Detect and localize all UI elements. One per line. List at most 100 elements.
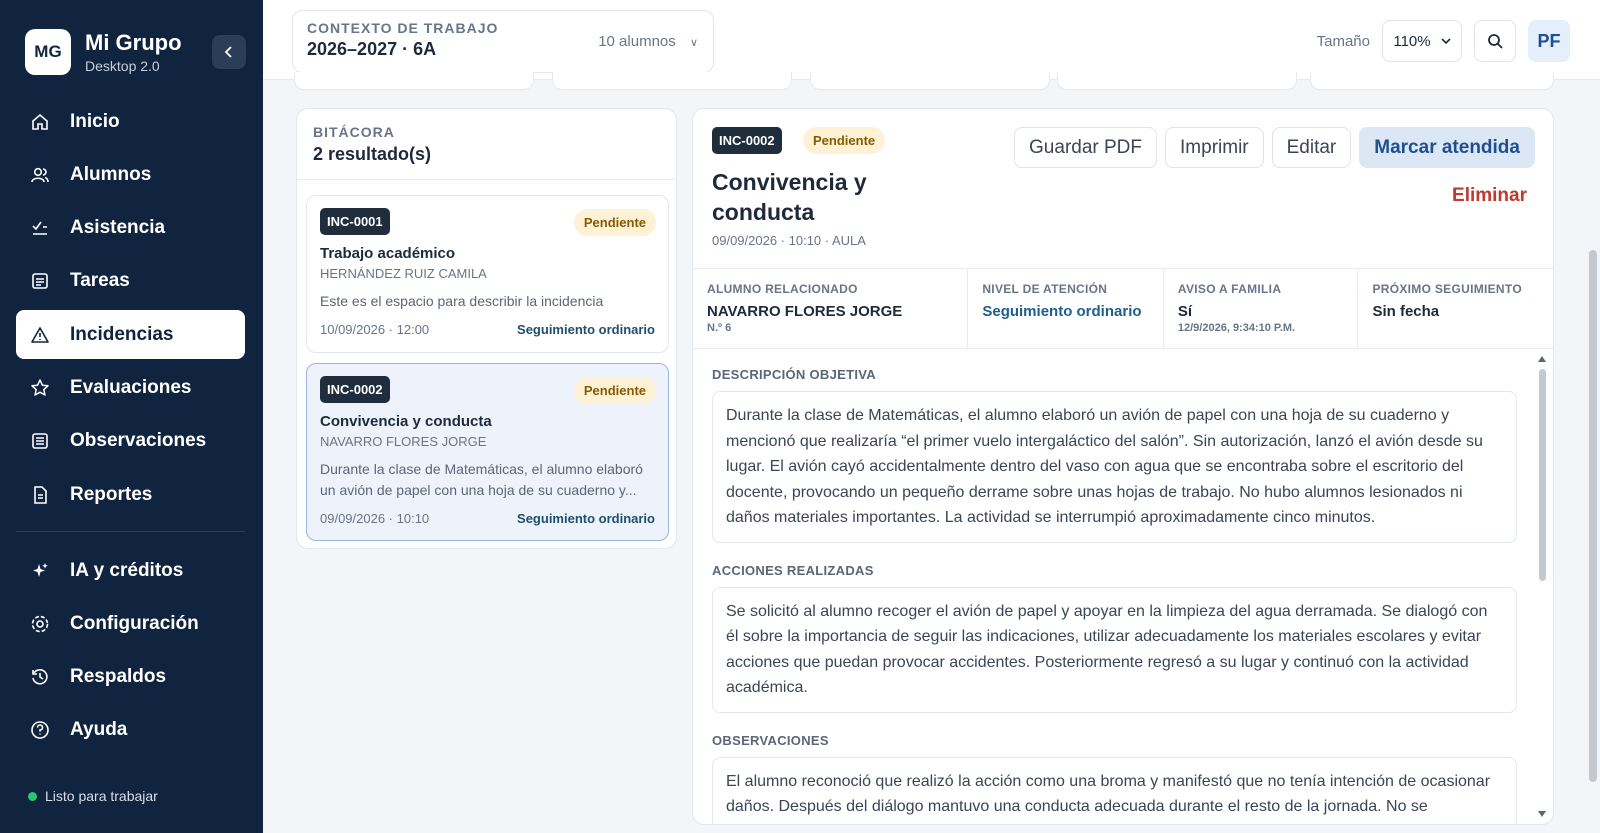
nav-item-evaluaciones[interactable]: Evaluaciones: [16, 363, 245, 412]
brand-subtitle: Desktop 2.0: [85, 58, 160, 74]
tasks-icon: [29, 270, 51, 292]
info-sub: N.º 6: [707, 322, 732, 334]
incident-detail: INC-0002 Pendiente Convivencia y conduct…: [692, 108, 1554, 825]
info-label: NIVEL DE ATENCIÓN: [982, 282, 1108, 296]
card-title: Convivencia y conducta: [320, 413, 492, 430]
delete-button[interactable]: Eliminar: [1452, 185, 1527, 207]
user-avatar[interactable]: PF: [1528, 20, 1570, 62]
info-value: Seguimiento ordinario: [982, 303, 1142, 320]
collapse-sidebar-button[interactable]: [212, 35, 246, 69]
scroll-thumb[interactable]: [1539, 369, 1546, 581]
observations-text: El alumno reconoció que realizó la acció…: [712, 756, 1517, 824]
student-count: 10 alumnos: [598, 33, 676, 50]
chevron-down-icon: [1441, 38, 1451, 45]
card-date: 09/09/2026 · 10:10: [320, 511, 430, 526]
nav-item-asistencia[interactable]: Asistencia: [16, 204, 245, 253]
detail-meta: 09/09/2026 · 10:10 · AULA: [712, 233, 866, 248]
save-pdf-button[interactable]: Guardar PDF: [1014, 127, 1158, 168]
log-card[interactable]: INC-0002 Pendiente Convivencia y conduct…: [306, 363, 669, 541]
card-level: Seguimiento ordinario: [517, 511, 655, 526]
size-label: Tamaño: [1316, 32, 1370, 50]
log-card[interactable]: INC-0001 Pendiente Trabajo académico HER…: [306, 195, 669, 353]
section-label: OBSERVACIONES: [712, 732, 829, 748]
nav-divider: [16, 531, 245, 533]
nav-label: Ayuda: [70, 719, 128, 741]
context-selector[interactable]: CONTEXTO DE TRABAJO 2026–2027 · 6A 10 al…: [292, 10, 714, 73]
summary-card: [294, 72, 534, 90]
summary-card: [810, 72, 1050, 90]
nav-label: Respaldos: [70, 666, 167, 688]
nav-label: Tareas: [70, 270, 130, 292]
nav-item-alumnos[interactable]: Alumnos: [16, 150, 245, 199]
description-text: Durante la clase de Matemáticas, el alum…: [712, 391, 1517, 543]
history-icon: [29, 666, 51, 688]
card-description: Este es el espacio para describir la inc…: [320, 293, 604, 309]
info-next: PRÓXIMO SEGUIMIENTO Sin fecha: [1358, 269, 1553, 348]
info-level: NIVEL DE ATENCIÓN Seguimiento ordinario: [968, 269, 1164, 348]
status-badge: Pendiente: [803, 127, 886, 154]
nav-item-inicio[interactable]: Inicio: [16, 97, 245, 146]
card-title: Trabajo académico: [320, 245, 456, 262]
brand: MG Mi Grupo Desktop 2.0: [25, 29, 182, 75]
search-icon: [1487, 33, 1503, 49]
summary-card: [552, 72, 792, 90]
help-icon: [29, 719, 51, 741]
info-family: AVISO A FAMILIA Sí 12/9/2026, 9:34:10 P.…: [1164, 269, 1359, 348]
status-indicator: Listo para trabajar: [28, 788, 158, 804]
info-value: Sin fecha: [1372, 303, 1440, 320]
size-select[interactable]: 110%: [1382, 20, 1462, 62]
search-button[interactable]: [1474, 20, 1516, 62]
brand-title: Mi Grupo: [85, 30, 182, 55]
section-label: DESCRIPCIÓN OBJETIVA: [712, 367, 876, 382]
page-scrollbar[interactable]: [1589, 250, 1597, 782]
nav-label: Configuración: [70, 612, 199, 634]
main-nav: Inicio Alumnos Asistencia Tareas Inciden…: [16, 97, 245, 759]
nav-label: Reportes: [70, 483, 153, 505]
checklist-icon: [29, 217, 51, 239]
info-value: NAVARRO FLORES JORGE: [707, 303, 903, 320]
card-student: NAVARRO FLORES JORGE: [320, 434, 487, 449]
nav-label: Evaluaciones: [70, 376, 192, 398]
info-label: AVISO A FAMILIA: [1177, 282, 1282, 296]
nav-label: Asistencia: [70, 217, 166, 239]
star-icon: [29, 377, 51, 399]
summary-card: [1057, 72, 1297, 90]
print-button[interactable]: Imprimir: [1165, 127, 1264, 168]
nav-label: Incidencias: [70, 323, 174, 345]
status-badge: Pendiente: [573, 377, 656, 404]
nav-item-configuracion[interactable]: Configuración: [16, 599, 245, 648]
card-level: Seguimiento ordinario: [517, 322, 655, 337]
log-title: BITÁCORA: [313, 124, 395, 140]
nav-item-ayuda[interactable]: Ayuda: [16, 706, 245, 755]
gear-icon: [29, 613, 51, 635]
info-student: ALUMNO RELACIONADO NAVARRO FLORES JORGE …: [693, 269, 969, 348]
nav-item-tareas[interactable]: Tareas: [16, 257, 245, 306]
nav-item-reportes[interactable]: Reportes: [16, 470, 245, 519]
log-panel: BITÁCORA 2 resultado(s) INC-0001 Pendien…: [296, 108, 677, 549]
detail-title: Convivencia y conducta: [712, 169, 867, 225]
incident-id-badge: INC-0002: [320, 376, 390, 403]
edit-button[interactable]: Editar: [1271, 127, 1352, 168]
nav-item-observaciones[interactable]: Observaciones: [16, 417, 245, 466]
info-label: ALUMNO RELACIONADO: [707, 282, 858, 296]
chevron-left-icon: [224, 46, 232, 58]
sidebar: MG Mi Grupo Desktop 2.0 Inicio Alumnos A…: [0, 0, 263, 833]
detail-scrollbar[interactable]: [1537, 355, 1547, 818]
card-student: HERNÁNDEZ RUIZ CAMILA: [320, 266, 487, 281]
chevron-down-icon: ∨: [689, 37, 698, 49]
home-icon: [29, 111, 51, 133]
nav-item-respaldos[interactable]: Respaldos: [16, 653, 245, 702]
section-label: ACCIONES REALIZADAS: [712, 562, 874, 578]
nav-label: IA y créditos: [70, 559, 184, 581]
context-count: 10 alumnos ∨: [598, 33, 698, 50]
nav-item-ia-creditos[interactable]: IA y créditos: [16, 546, 245, 595]
users-icon: [29, 164, 51, 186]
sparkle-icon: [29, 560, 51, 582]
card-date: 10/09/2026 · 12:00: [320, 322, 430, 337]
actions-text: Se solicitó al alumno recoger el avión d…: [712, 586, 1517, 713]
mark-attended-button[interactable]: Marcar atendida: [1359, 127, 1535, 168]
status-badge: Pendiente: [573, 209, 656, 236]
nav-item-incidencias[interactable]: Incidencias: [16, 310, 245, 360]
topbar: CONTEXTO DE TRABAJO 2026–2027 · 6A 10 al…: [263, 0, 1600, 80]
arrow-up-icon: [1538, 356, 1546, 362]
